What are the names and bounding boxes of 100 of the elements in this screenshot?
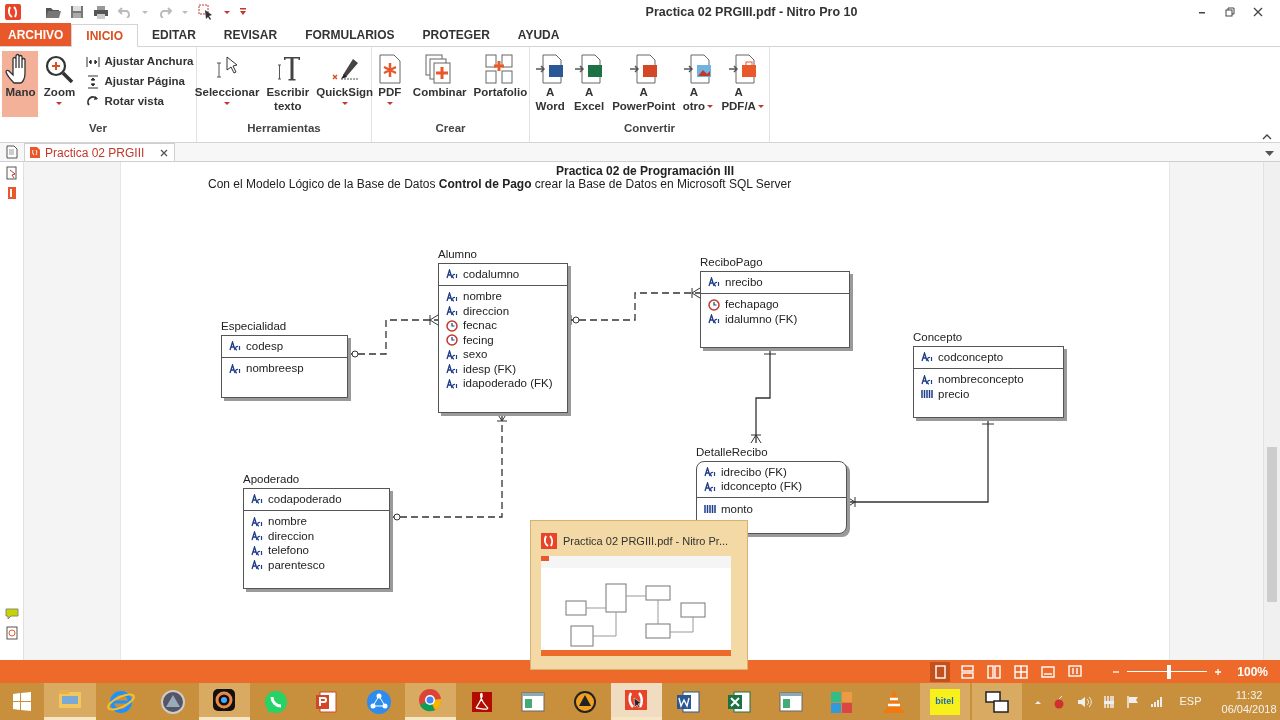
entity-name: Concepto xyxy=(913,331,964,345)
field-name: nombre xyxy=(463,289,502,305)
field-name: nrecibo xyxy=(725,274,763,290)
signal-icon[interactable] xyxy=(1149,694,1164,709)
menu-tab[interactable]: AYUDA xyxy=(503,23,574,46)
scrollbar-thumb[interactable] xyxy=(1267,447,1277,602)
field-name: precio xyxy=(938,386,970,402)
dropdown-caret-icon[interactable] xyxy=(1265,151,1274,156)
undo-icon[interactable] xyxy=(118,6,132,18)
text-type-icon xyxy=(446,364,458,375)
save-icon[interactable] xyxy=(70,5,84,19)
field-name: idconcepto (FK) xyxy=(721,479,803,495)
text-type-icon xyxy=(251,531,263,542)
collapse-ribbon-icon[interactable] xyxy=(1262,134,1272,140)
comment-icon[interactable] xyxy=(4,608,19,620)
text-type-icon xyxy=(251,545,263,556)
taskbar-app[interactable]: bitel xyxy=(919,683,970,720)
ribbon-button[interactable]: Escribir texto xyxy=(264,51,312,117)
clock-icon xyxy=(446,334,458,347)
field-name: fecnac xyxy=(463,318,497,334)
ribbon-button[interactable]: A otro xyxy=(680,51,717,117)
field-name: parentesco xyxy=(268,557,325,573)
ribbon-button[interactable]: A Word xyxy=(532,51,569,117)
text-type-icon xyxy=(446,306,458,317)
powerpoint-document-icon xyxy=(627,53,660,85)
pages-panel-icon[interactable] xyxy=(6,145,18,159)
field-name: idrecibo (FK) xyxy=(721,464,787,480)
field-name: idalumno (FK) xyxy=(725,311,798,327)
field-name: nombreesp xyxy=(246,361,304,377)
field-name: codapoderado xyxy=(268,491,342,507)
ribbon-button[interactable]: Zoom xyxy=(41,51,78,117)
app-logo-icon xyxy=(5,4,21,20)
text-type-icon xyxy=(708,314,720,325)
text-type-icon xyxy=(921,352,933,363)
clock-icon xyxy=(708,298,720,311)
ribbon-button[interactable]: A PowerPoint xyxy=(610,51,678,117)
text-type-icon xyxy=(704,481,716,492)
dropdown-caret-icon xyxy=(706,104,715,109)
flag-icon[interactable] xyxy=(1125,694,1140,709)
ribbon-button[interactable]: Rotar vista xyxy=(86,93,194,110)
zoom-slider[interactable] xyxy=(1127,664,1208,679)
entity-name: Especialidad xyxy=(221,320,288,334)
window-title: Practica 02 PRGIII.pdf - Nitro Pro 10 xyxy=(644,3,859,21)
text-type-icon xyxy=(446,378,458,389)
field-name: fecing xyxy=(463,332,494,348)
ribbon-button[interactable]: QuickSign xyxy=(314,51,376,117)
scrollbar[interactable] xyxy=(1263,162,1280,660)
group-label: Ver xyxy=(88,121,108,136)
ribbon-button[interactable]: Mano xyxy=(2,51,39,117)
menu-tab[interactable]: INICIO xyxy=(71,24,138,47)
tray-expand-icon[interactable] xyxy=(1033,698,1042,705)
menu-tab[interactable]: ARCHIVO xyxy=(0,23,72,46)
ribbon-button[interactable]: A Excel xyxy=(571,51,608,117)
entity-name: DetalleRecibo xyxy=(696,446,769,460)
clock-time: 11:32 xyxy=(1235,687,1263,702)
slider-thumb[interactable] xyxy=(1166,664,1171,679)
text-type-icon xyxy=(708,277,720,288)
print-icon[interactable] xyxy=(93,5,109,19)
redo-icon[interactable] xyxy=(158,6,172,18)
menu-tab[interactable]: REVISAR xyxy=(209,23,292,46)
clock-icon xyxy=(446,319,458,332)
text-type-icon xyxy=(229,363,241,374)
two-rows-icon xyxy=(960,664,975,679)
page-search-icon[interactable] xyxy=(4,166,19,180)
menu-tab[interactable]: FORMULARIOS xyxy=(291,23,409,46)
zoom-reading: 100% xyxy=(1237,663,1268,681)
document-tab[interactable]: Practica 02 PRGIII xyxy=(24,143,176,161)
group-label: Crear xyxy=(434,121,467,136)
clock-date: 06/04/2018 xyxy=(1221,701,1277,716)
taskbar-app[interactable] xyxy=(198,683,250,720)
field-name: direccion xyxy=(268,528,315,544)
windows-stack-icon xyxy=(983,689,1010,714)
text-type-icon xyxy=(446,269,458,280)
field-name: codalumno xyxy=(463,266,520,282)
bars-icon xyxy=(921,389,933,400)
select-tool-icon[interactable] xyxy=(198,4,214,20)
window-icon xyxy=(1041,664,1056,679)
menu-tab[interactable]: PROTEGER xyxy=(408,23,504,46)
ribbon-button[interactable]: A PDF/A xyxy=(719,51,767,117)
dropdown-caret-icon[interactable] xyxy=(223,9,231,15)
attachment-icon[interactable] xyxy=(4,626,19,640)
ribbon-button[interactable]: Portafolio xyxy=(471,51,530,117)
field-name: fechapago xyxy=(725,297,779,313)
field-name: telefono xyxy=(268,543,309,559)
fit-page-icon xyxy=(86,74,101,89)
view-mode-button[interactable] xyxy=(930,661,951,682)
ribbon-button[interactable]: Ajustar Anchura xyxy=(86,53,194,70)
task-view-button[interactable] xyxy=(971,683,1022,720)
open-folder-icon[interactable] xyxy=(45,5,61,19)
menu-tab[interactable]: EDITAR xyxy=(138,23,210,46)
zoom-in-icon[interactable] xyxy=(1214,667,1223,676)
ribbon-button[interactable]: Ajustar Página xyxy=(86,73,194,90)
close-icon[interactable] xyxy=(1253,7,1263,17)
restore-icon[interactable] xyxy=(1225,7,1235,17)
customize-menu-icon[interactable] xyxy=(240,8,246,16)
ribbon-button[interactable]: Combinar xyxy=(410,51,469,117)
dropdown-caret-icon xyxy=(756,104,765,109)
field-name: nombre xyxy=(268,514,307,530)
volume-icon[interactable] xyxy=(1075,694,1092,709)
field-name: sexo xyxy=(463,347,488,363)
